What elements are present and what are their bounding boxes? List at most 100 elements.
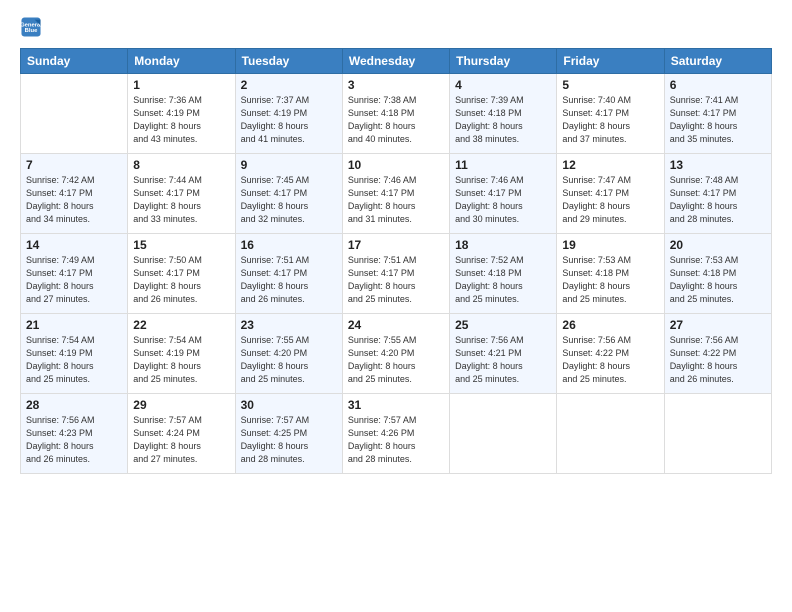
calendar-cell: 12Sunrise: 7:47 AM Sunset: 4:17 PM Dayli…	[557, 154, 664, 234]
day-number: 7	[26, 158, 122, 172]
day-number: 30	[241, 398, 337, 412]
day-number: 27	[670, 318, 766, 332]
day-detail: Sunrise: 7:53 AM Sunset: 4:18 PM Dayligh…	[670, 254, 766, 306]
calendar-cell: 29 Sunrise: 7:57 AM Sunset: 4:24 PM Dayli…	[128, 394, 235, 474]
calendar-week-2: 14 Sunrise: 7:49 AM Sunset: 4:17 PM Dayli…	[21, 234, 772, 314]
day-number: 29	[133, 398, 229, 412]
day-detail: Sunrise: 7:51 AM Sunset: 4:17 PM Dayligh…	[348, 254, 444, 306]
calendar-cell: 9Sunrise: 7:45 AM Sunset: 4:17 PM Daylig…	[235, 154, 342, 234]
calendar-cell: 7 Sunrise: 7:42 AM Sunset: 4:17 PM Daylig…	[21, 154, 128, 234]
day-number: 20	[670, 238, 766, 252]
day-number: 24	[348, 318, 444, 332]
logo: General Blue	[20, 16, 44, 38]
day-number: 1	[133, 78, 229, 92]
calendar-cell	[450, 394, 557, 474]
calendar-week-3: 21 Sunrise: 7:54 AM Sunset: 4:19 PM Dayli…	[21, 314, 772, 394]
day-detail: Sunrise: 7:54 AM Sunset: 4:19 PM Dayligh…	[133, 334, 229, 386]
calendar-cell: 3Sunrise: 7:38 AM Sunset: 4:18 PM Daylig…	[342, 74, 449, 154]
calendar-header-row: SundayMondayTuesdayWednesdayThursdayFrid…	[21, 49, 772, 74]
calendar-cell: 14 Sunrise: 7:49 AM Sunset: 4:17 PM Dayli…	[21, 234, 128, 314]
day-number: 8	[133, 158, 229, 172]
calendar-cell: 11 Sunrise: 7:46 AM Sunset: 4:17 PM Dayli…	[450, 154, 557, 234]
day-number: 22	[133, 318, 229, 332]
calendar-cell: 20 Sunrise: 7:53 AM Sunset: 4:18 PM Dayli…	[664, 234, 771, 314]
calendar: SundayMondayTuesdayWednesdayThursdayFrid…	[20, 48, 772, 474]
day-number: 31	[348, 398, 444, 412]
day-detail: Sunrise: 7:49 AM Sunset: 4:17 PM Dayligh…	[26, 254, 122, 306]
day-number: 13	[670, 158, 766, 172]
calendar-cell: 4 Sunrise: 7:39 AM Sunset: 4:18 PM Daylig…	[450, 74, 557, 154]
day-number: 14	[26, 238, 122, 252]
day-detail: Sunrise: 7:46 AM Sunset: 4:17 PM Dayligh…	[455, 174, 551, 226]
calendar-cell: 27 Sunrise: 7:56 AM Sunset: 4:22 PM Dayli…	[664, 314, 771, 394]
day-detail: Sunrise: 7:53 AM Sunset: 4:18 PM Dayligh…	[562, 254, 658, 306]
weekday-header-friday: Friday	[557, 49, 664, 74]
weekday-header-monday: Monday	[128, 49, 235, 74]
header: General Blue	[20, 16, 772, 42]
day-number: 4	[455, 78, 551, 92]
calendar-cell: 24 Sunrise: 7:55 AM Sunset: 4:20 PM Dayli…	[342, 314, 449, 394]
day-number: 11	[455, 158, 551, 172]
day-number: 6	[670, 78, 766, 92]
weekday-header-sunday: Sunday	[21, 49, 128, 74]
weekday-header-saturday: Saturday	[664, 49, 771, 74]
calendar-cell: 15 Sunrise: 7:50 AM Sunset: 4:17 PM Dayli…	[128, 234, 235, 314]
day-number: 21	[26, 318, 122, 332]
day-detail: Sunrise: 7:57 AM Sunset: 4:26 PM Dayligh…	[348, 414, 444, 466]
day-detail: Sunrise: 7:50 AM Sunset: 4:17 PM Dayligh…	[133, 254, 229, 306]
calendar-cell	[21, 74, 128, 154]
day-detail: Sunrise: 7:46 AM Sunset: 4:17 PM Dayligh…	[348, 174, 444, 226]
day-detail: Sunrise: 7:57 AM Sunset: 4:25 PM Dayligh…	[241, 414, 337, 466]
day-detail: Sunrise: 7:55 AM Sunset: 4:20 PM Dayligh…	[348, 334, 444, 386]
weekday-header-thursday: Thursday	[450, 49, 557, 74]
day-number: 3	[348, 78, 444, 92]
day-detail: Sunrise: 7:48 AM Sunset: 4:17 PM Dayligh…	[670, 174, 766, 226]
day-number: 5	[562, 78, 658, 92]
calendar-week-4: 28Sunrise: 7:56 AM Sunset: 4:23 PM Dayli…	[21, 394, 772, 474]
day-detail: Sunrise: 7:56 AM Sunset: 4:21 PM Dayligh…	[455, 334, 551, 386]
day-number: 16	[241, 238, 337, 252]
day-detail: Sunrise: 7:56 AM Sunset: 4:23 PM Dayligh…	[26, 414, 122, 466]
day-number: 23	[241, 318, 337, 332]
calendar-cell: 28Sunrise: 7:56 AM Sunset: 4:23 PM Dayli…	[21, 394, 128, 474]
day-detail: Sunrise: 7:57 AM Sunset: 4:24 PM Dayligh…	[133, 414, 229, 466]
calendar-cell: 22 Sunrise: 7:54 AM Sunset: 4:19 PM Dayli…	[128, 314, 235, 394]
day-detail: Sunrise: 7:52 AM Sunset: 4:18 PM Dayligh…	[455, 254, 551, 306]
calendar-week-1: 7 Sunrise: 7:42 AM Sunset: 4:17 PM Daylig…	[21, 154, 772, 234]
day-number: 17	[348, 238, 444, 252]
calendar-cell	[664, 394, 771, 474]
day-detail: Sunrise: 7:56 AM Sunset: 4:22 PM Dayligh…	[562, 334, 658, 386]
day-number: 18	[455, 238, 551, 252]
calendar-cell: 21 Sunrise: 7:54 AM Sunset: 4:19 PM Dayli…	[21, 314, 128, 394]
calendar-cell: 31 Sunrise: 7:57 AM Sunset: 4:26 PM Dayli…	[342, 394, 449, 474]
calendar-cell: 23Sunrise: 7:55 AM Sunset: 4:20 PM Dayli…	[235, 314, 342, 394]
calendar-cell: 16 Sunrise: 7:51 AM Sunset: 4:17 PM Dayli…	[235, 234, 342, 314]
header-right	[44, 16, 772, 18]
day-detail: Sunrise: 7:37 AM Sunset: 4:19 PM Dayligh…	[241, 94, 337, 146]
day-detail: Sunrise: 7:40 AM Sunset: 4:17 PM Dayligh…	[562, 94, 658, 146]
calendar-cell: 18 Sunrise: 7:52 AM Sunset: 4:18 PM Dayli…	[450, 234, 557, 314]
calendar-cell: 13 Sunrise: 7:48 AM Sunset: 4:17 PM Dayli…	[664, 154, 771, 234]
calendar-cell: 19 Sunrise: 7:53 AM Sunset: 4:18 PM Dayli…	[557, 234, 664, 314]
calendar-cell: 17 Sunrise: 7:51 AM Sunset: 4:17 PM Dayli…	[342, 234, 449, 314]
day-number: 15	[133, 238, 229, 252]
day-detail: Sunrise: 7:45 AM Sunset: 4:17 PM Dayligh…	[241, 174, 337, 226]
calendar-cell: 25 Sunrise: 7:56 AM Sunset: 4:21 PM Dayli…	[450, 314, 557, 394]
day-detail: Sunrise: 7:44 AM Sunset: 4:17 PM Dayligh…	[133, 174, 229, 226]
day-number: 25	[455, 318, 551, 332]
calendar-cell: 2 Sunrise: 7:37 AM Sunset: 4:19 PM Daylig…	[235, 74, 342, 154]
day-detail: Sunrise: 7:51 AM Sunset: 4:17 PM Dayligh…	[241, 254, 337, 306]
page: General Blue SundayMondayTuesdayWednesda…	[0, 0, 792, 612]
day-detail: Sunrise: 7:42 AM Sunset: 4:17 PM Dayligh…	[26, 174, 122, 226]
day-number: 2	[241, 78, 337, 92]
day-detail: Sunrise: 7:36 AM Sunset: 4:19 PM Dayligh…	[133, 94, 229, 146]
logo-icon: General Blue	[20, 16, 42, 38]
day-detail: Sunrise: 7:56 AM Sunset: 4:22 PM Dayligh…	[670, 334, 766, 386]
calendar-cell: 5 Sunrise: 7:40 AM Sunset: 4:17 PM Daylig…	[557, 74, 664, 154]
day-detail: Sunrise: 7:39 AM Sunset: 4:18 PM Dayligh…	[455, 94, 551, 146]
day-detail: Sunrise: 7:54 AM Sunset: 4:19 PM Dayligh…	[26, 334, 122, 386]
day-number: 19	[562, 238, 658, 252]
day-detail: Sunrise: 7:41 AM Sunset: 4:17 PM Dayligh…	[670, 94, 766, 146]
day-number: 26	[562, 318, 658, 332]
calendar-cell: 1 Sunrise: 7:36 AM Sunset: 4:19 PM Daylig…	[128, 74, 235, 154]
